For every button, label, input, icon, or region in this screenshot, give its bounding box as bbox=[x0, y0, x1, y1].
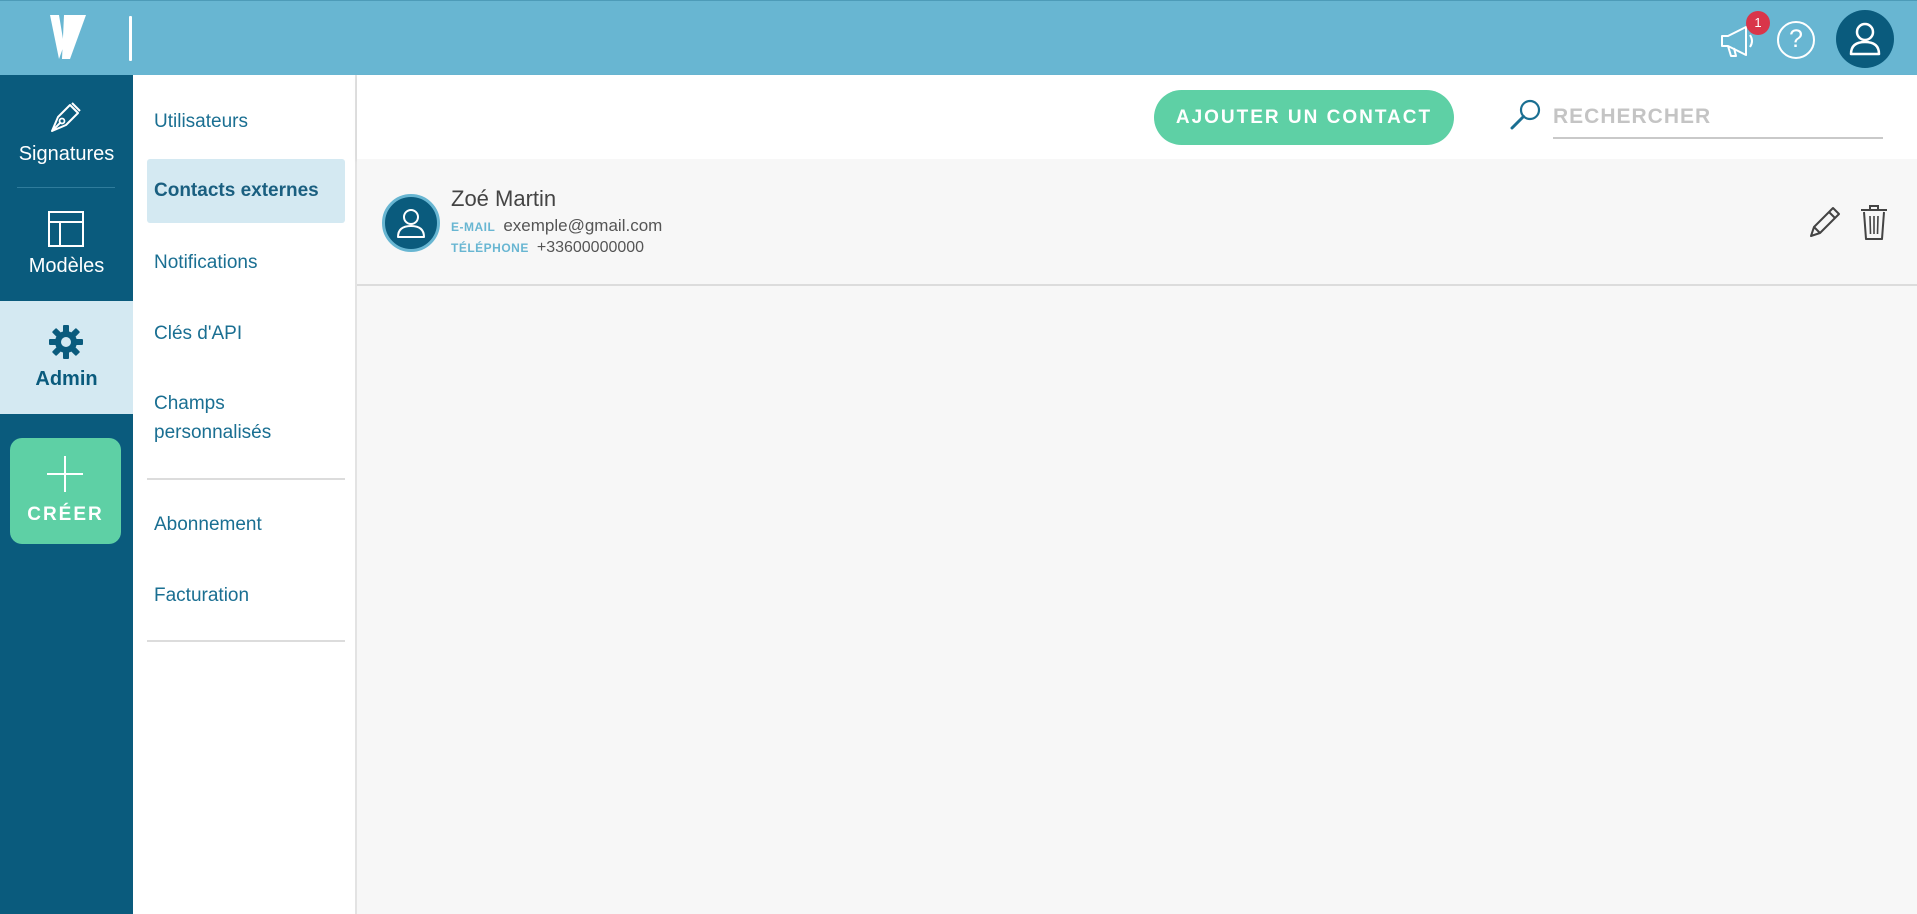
gear-icon bbox=[49, 325, 83, 359]
add-contact-button[interactable]: AJOUTER UN CONTACT bbox=[1154, 90, 1454, 145]
subnav-divider bbox=[147, 478, 345, 480]
pen-nib-icon bbox=[51, 102, 81, 132]
subnav-item-champs-personnalises[interactable]: Champs personnalisés bbox=[147, 389, 297, 449]
top-bar: 1 ? bbox=[0, 0, 1917, 75]
main-rail: Signatures Modèles Admin CRÉER bbox=[0, 75, 133, 914]
rail-item-label: Admin bbox=[35, 368, 98, 390]
subnav-item-notifications[interactable]: Notifications bbox=[147, 247, 345, 279]
rail-item-modeles[interactable]: Modèles bbox=[0, 188, 133, 298]
contact-email-line: E-MAIL exemple@gmail.com bbox=[451, 216, 662, 236]
contact-email-label: E-MAIL bbox=[451, 220, 496, 234]
template-layout-icon bbox=[48, 211, 84, 247]
contact-avatar bbox=[382, 194, 440, 252]
search-icon bbox=[1510, 99, 1541, 130]
contact-phone-line: TÉLÉPHONE +33600000000 bbox=[451, 239, 644, 257]
rail-item-label: Modèles bbox=[28, 255, 105, 277]
create-button[interactable]: CRÉER bbox=[10, 438, 121, 544]
contacts-toolbar: AJOUTER UN CONTACT bbox=[357, 75, 1917, 159]
contact-row[interactable]: Zoé Martin E-MAIL exemple@gmail.com TÉLÉP… bbox=[357, 159, 1917, 286]
contact-name: Zoé Martin bbox=[451, 186, 557, 211]
create-button-label: CRÉER bbox=[27, 504, 104, 525]
notification-badge: 1 bbox=[1746, 11, 1770, 35]
subnav-divider bbox=[147, 640, 345, 642]
brand-logo-icon[interactable] bbox=[50, 15, 86, 61]
help-button[interactable]: ? bbox=[1777, 21, 1815, 59]
subnav-item-abonnement[interactable]: Abonnement bbox=[147, 509, 345, 541]
contact-phone-label: TÉLÉPHONE bbox=[451, 241, 529, 255]
subnav-item-cles-api[interactable]: Clés d'API bbox=[147, 318, 345, 350]
contact-email-value: exemple@gmail.com bbox=[503, 216, 663, 235]
search-input[interactable] bbox=[1553, 97, 1883, 139]
user-avatar-button[interactable] bbox=[1836, 10, 1894, 68]
subnav-item-contacts-externes[interactable]: Contacts externes bbox=[147, 159, 345, 223]
contact-phone-value: +33600000000 bbox=[536, 239, 645, 256]
logo-divider bbox=[129, 16, 132, 61]
subnav-item-facturation[interactable]: Facturation bbox=[147, 580, 345, 612]
rail-item-label: Signatures bbox=[18, 143, 115, 165]
subnav-item-utilisateurs[interactable]: Utilisateurs bbox=[147, 106, 345, 138]
user-icon bbox=[397, 209, 425, 238]
admin-subnav: Utilisateurs Contacts externes Notificat… bbox=[133, 75, 357, 914]
plus-icon bbox=[47, 456, 83, 492]
edit-pencil-icon[interactable] bbox=[1806, 203, 1844, 241]
rail-item-signatures[interactable]: Signatures bbox=[0, 75, 133, 188]
user-icon bbox=[1849, 22, 1881, 56]
trash-icon[interactable] bbox=[1859, 203, 1889, 241]
rail-item-admin[interactable]: Admin bbox=[0, 301, 133, 414]
